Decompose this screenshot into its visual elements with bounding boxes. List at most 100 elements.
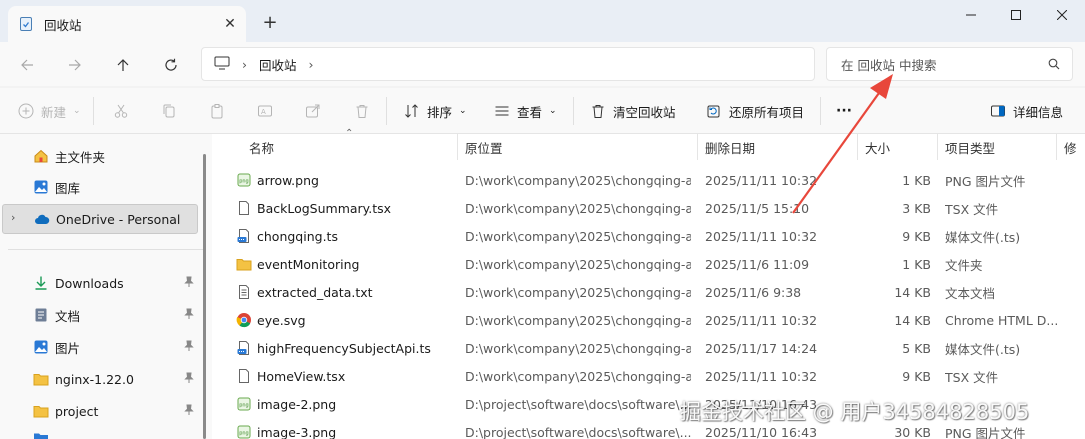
svg-text:png: png — [239, 431, 249, 437]
column-extra-label: 修 — [1064, 140, 1077, 156]
column-size[interactable]: 大小 — [859, 134, 938, 160]
clipboard-icon — [211, 104, 223, 119]
empty-recycle-bin-button[interactable]: 清空回收站 — [590, 88, 676, 134]
file-location: D:\work\company\2025\chongqing-a... — [465, 312, 691, 328]
file-name: arrow.png — [257, 172, 319, 188]
chevron-right-icon[interactable]: › — [309, 57, 314, 72]
column-size-label: 大小 — [865, 140, 891, 156]
maximize-button[interactable] — [993, 0, 1039, 30]
monitor-icon[interactable] — [214, 56, 230, 73]
details-pane-icon — [991, 105, 1005, 117]
file-row[interactable]: eventMonitoring D:\work\company\2025\chon… — [212, 250, 1085, 278]
breadcrumb-recycle-bin[interactable]: 回收站 — [259, 55, 297, 74]
share-button[interactable] — [305, 88, 321, 134]
file-name: image-2.png — [257, 396, 337, 412]
sidebar-item-home[interactable]: 主文件夹 — [0, 141, 200, 171]
column-deleted[interactable]: 删除日期 — [699, 134, 858, 160]
image-file-icon: png — [236, 424, 252, 439]
sidebar-item-label: project — [55, 403, 99, 419]
cut-button[interactable] — [113, 88, 129, 134]
paste-button[interactable] — [209, 88, 225, 134]
rename-icon: A — [258, 105, 272, 117]
file-type: TSX 文件 — [945, 369, 999, 385]
file-size: 5 KB — [902, 340, 931, 356]
sidebar-scrollbar[interactable] — [203, 154, 206, 439]
more-options-button[interactable]: ··· — [836, 88, 852, 134]
sort-icon — [405, 104, 418, 118]
rename-button[interactable]: A — [257, 88, 273, 134]
back-arrow-icon — [21, 59, 33, 71]
recycle-bin-icon — [18, 16, 34, 32]
column-extra[interactable]: 修 — [1058, 134, 1085, 160]
sidebar-item-onedrive[interactable]: › OneDrive - Personal — [2, 204, 198, 234]
chevron-right-icon[interactable]: › — [242, 57, 247, 72]
restore-all-label: 还原所有项目 — [729, 104, 805, 120]
new-button[interactable]: 新建 ⌄ — [18, 88, 81, 134]
sidebar-item-documents[interactable]: 文档 — [0, 300, 200, 330]
file-row[interactable]: BackLogSummary.tsx D:\work\company\2025\c… — [212, 194, 1085, 222]
column-type[interactable]: 项目类型 — [939, 134, 1057, 160]
file-name-cell[interactable]: BackLogSummary.tsx — [236, 194, 456, 222]
details-pane-button[interactable]: 详细信息 — [990, 88, 1063, 134]
copy-icon — [163, 104, 175, 118]
file-row[interactable]: highFrequencySubjectApi.ts D:\work\compan… — [212, 334, 1085, 362]
file-row[interactable]: chongqing.ts D:\work\company\2025\chongqi… — [212, 222, 1085, 250]
minimize-button[interactable] — [948, 0, 994, 30]
file-name-cell[interactable]: HomeView.tsx — [236, 362, 456, 390]
file-row[interactable]: extracted_data.txt D:\work\company\2025\c… — [212, 278, 1085, 306]
sidebar-item-nginx[interactable]: nginx-1.22.0 — [0, 364, 200, 394]
sidebar-item-downloads[interactable]: Downloads — [0, 268, 200, 298]
file-row[interactable]: eye.svg D:\work\company\2025\chongqing-a.… — [212, 306, 1085, 334]
sidebar-item-partial[interactable] — [0, 428, 200, 439]
image-file-icon: png — [236, 172, 252, 188]
back-button[interactable] — [12, 50, 42, 80]
sort-button[interactable]: 排序 ⌄ — [404, 88, 467, 134]
file-list: 名称 ⌃ 原位置 删除日期 大小 项目类型 修 png arrow.png D:\w… — [212, 128, 1085, 439]
forward-button[interactable] — [60, 50, 90, 80]
close-window-button[interactable] — [1039, 0, 1085, 30]
gallery-icon — [34, 180, 48, 194]
sidebar-item-label: OneDrive - Personal — [56, 211, 181, 227]
sidebar-item-project[interactable]: project — [0, 396, 200, 426]
file-size: 3 KB — [902, 200, 931, 216]
file-name-cell[interactable]: eventMonitoring — [236, 250, 456, 278]
file-name-cell[interactable]: png image-3.png — [236, 418, 456, 439]
sidebar-item-pictures[interactable]: 图片 — [0, 332, 200, 362]
file-row[interactable]: png arrow.png D:\work\company\2025\chongqi… — [212, 166, 1085, 194]
file-deleted-date: 2025/11/6 11:09 — [705, 256, 810, 272]
up-button[interactable] — [108, 50, 138, 80]
close-tab-icon[interactable]: ✕ — [220, 14, 240, 34]
svg-text:png: png — [239, 179, 249, 185]
file-deleted-date: 2025/11/11 10:32 — [705, 228, 818, 244]
new-tab-button[interactable]: + — [258, 10, 282, 34]
file-row[interactable]: HomeView.tsx D:\work\company\2025\chongqi… — [212, 362, 1085, 390]
file-location: D:\work\company\2025\chongqing-a... — [465, 368, 691, 384]
file-location: D:\work\company\2025\chongqing-a... — [465, 228, 691, 244]
divider — [386, 97, 387, 125]
forward-arrow-icon — [69, 59, 81, 71]
chevron-right-icon[interactable]: › — [11, 211, 15, 224]
chevron-down-icon: ⌄ — [549, 106, 557, 116]
file-name-cell[interactable]: png arrow.png — [236, 166, 456, 194]
restore-all-button[interactable]: 还原所有项目 — [706, 88, 804, 134]
file-type: 文本文档 — [945, 285, 996, 301]
file-name-cell[interactable]: eye.svg — [236, 306, 456, 334]
file-name: highFrequencySubjectApi.ts — [257, 340, 431, 356]
pin-icon — [184, 372, 194, 383]
column-location[interactable]: 原位置 — [459, 134, 698, 160]
new-label: 新建 — [41, 104, 67, 120]
file-deleted-date: 2025/11/11 10:32 — [705, 172, 818, 188]
delete-button[interactable] — [354, 88, 370, 134]
file-name-cell[interactable]: png image-2.png — [236, 390, 456, 418]
copy-button[interactable] — [161, 88, 177, 134]
refresh-button[interactable] — [156, 50, 186, 80]
address-bar[interactable]: › 回收站 › — [201, 47, 815, 81]
tab-recycle-bin[interactable]: 回收站 ✕ — [8, 6, 246, 42]
file-name-cell[interactable]: chongqing.ts — [236, 222, 456, 250]
search-input[interactable]: 在 回收站 中搜索 — [826, 47, 1073, 81]
file-name-cell[interactable]: highFrequencySubjectApi.ts — [236, 334, 456, 362]
view-button[interactable]: 查看 ⌄ — [494, 88, 557, 134]
file-name-cell[interactable]: extracted_data.txt — [236, 278, 456, 306]
file-deleted-date: 2025/11/11 10:32 — [705, 312, 818, 328]
sidebar-item-gallery[interactable]: 图库 — [0, 172, 200, 202]
